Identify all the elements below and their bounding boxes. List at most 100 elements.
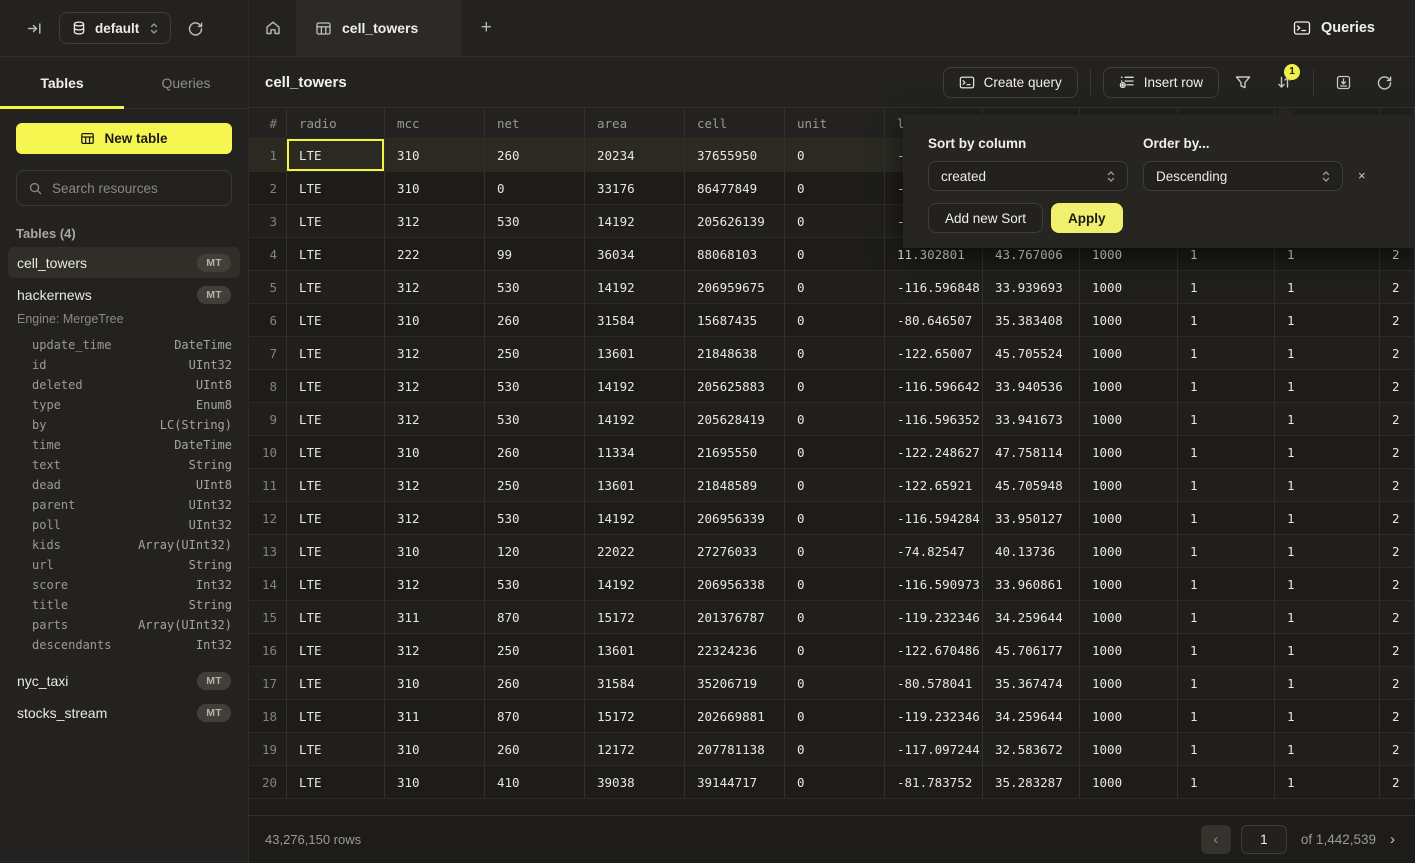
table-cell[interactable]: 47.758114 <box>983 436 1080 468</box>
table-cell[interactable]: -122.65007 <box>885 337 983 369</box>
row-number-cell[interactable]: 4 <box>249 238 287 270</box>
table-cell[interactable]: 1000 <box>1080 535 1178 567</box>
table-cell[interactable]: LTE <box>287 502 385 534</box>
table-cell[interactable]: -116.594284 <box>885 502 983 534</box>
table-cell[interactable]: 0 <box>785 403 885 435</box>
table-cell[interactable]: 530 <box>485 403 585 435</box>
table-cell[interactable]: 21848589 <box>685 469 785 501</box>
table-cell[interactable]: 2 <box>1380 733 1415 765</box>
table-cell[interactable]: 1 <box>1275 601 1380 633</box>
row-number-cell[interactable]: 16 <box>249 634 287 666</box>
table-cell[interactable]: 1000 <box>1080 733 1178 765</box>
table-cell[interactable]: 312 <box>385 634 485 666</box>
table-cell[interactable]: 34.259644 <box>983 700 1080 732</box>
next-page-button[interactable]: › <box>1390 831 1395 848</box>
page-number-input[interactable] <box>1241 825 1287 854</box>
row-number-cell[interactable]: 10 <box>249 436 287 468</box>
table-cell[interactable]: LTE <box>287 469 385 501</box>
table-cell[interactable]: 12172 <box>585 733 685 765</box>
table-cell[interactable]: 206959675 <box>685 271 785 303</box>
row-number-cell[interactable]: 9 <box>249 403 287 435</box>
sort-by-column-select[interactable]: created <box>928 161 1128 191</box>
table-cell[interactable]: 1 <box>1275 766 1380 798</box>
table-cell[interactable]: 0 <box>785 766 885 798</box>
table-cell[interactable]: 1 <box>1178 766 1275 798</box>
table-cell[interactable]: 14192 <box>585 271 685 303</box>
table-cell[interactable]: 312 <box>385 271 485 303</box>
table-cell[interactable]: -119.232346 <box>885 700 983 732</box>
table-cell[interactable]: 2 <box>1380 634 1415 666</box>
row-number-cell[interactable]: 3 <box>249 205 287 237</box>
table-cell[interactable]: -122.248627 <box>885 436 983 468</box>
table-cell[interactable]: 1 <box>1275 271 1380 303</box>
sidebar-item-stocks_stream[interactable]: stocks_streamMT <box>8 697 240 728</box>
table-cell[interactable]: 2 <box>1380 667 1415 699</box>
table-cell[interactable]: 31584 <box>585 667 685 699</box>
table-cell[interactable]: 1000 <box>1080 667 1178 699</box>
table-cell[interactable]: 0 <box>785 172 885 204</box>
table-cell[interactable]: 310 <box>385 733 485 765</box>
table-cell[interactable]: 206956339 <box>685 502 785 534</box>
table-cell[interactable]: 27276033 <box>685 535 785 567</box>
queries-panel-button[interactable]: Queries <box>1283 0 1415 56</box>
table-cell[interactable]: 311 <box>385 601 485 633</box>
table-cell[interactable]: 0 <box>785 469 885 501</box>
table-cell[interactable]: 250 <box>485 469 585 501</box>
table-cell[interactable]: 14192 <box>585 568 685 600</box>
table-cell[interactable]: 250 <box>485 634 585 666</box>
table-cell[interactable]: -116.596848 <box>885 271 983 303</box>
table-cell[interactable]: 2 <box>1380 436 1415 468</box>
table-cell[interactable]: 310 <box>385 766 485 798</box>
table-cell[interactable]: 530 <box>485 502 585 534</box>
row-number-cell[interactable]: 18 <box>249 700 287 732</box>
table-cell[interactable]: 32.583672 <box>983 733 1080 765</box>
table-cell[interactable]: 120 <box>485 535 585 567</box>
table-cell[interactable]: 1 <box>1178 436 1275 468</box>
table-cell[interactable]: 260 <box>485 733 585 765</box>
table-cell[interactable]: 311 <box>385 700 485 732</box>
sidebar-item-cell_towers[interactable]: cell_towersMT <box>8 247 240 278</box>
row-number-cell[interactable]: 19 <box>249 733 287 765</box>
row-number-cell[interactable]: 13 <box>249 535 287 567</box>
table-cell[interactable]: 13601 <box>585 469 685 501</box>
table-cell[interactable]: 1 <box>1275 733 1380 765</box>
prev-page-button[interactable]: ‹ <box>1201 825 1231 854</box>
table-cell[interactable]: 21848638 <box>685 337 785 369</box>
table-cell[interactable]: -119.232346 <box>885 601 983 633</box>
table-cell[interactable]: LTE <box>287 436 385 468</box>
table-cell[interactable]: 0 <box>785 436 885 468</box>
table-cell[interactable]: 1 <box>1178 634 1275 666</box>
table-cell[interactable]: 310 <box>385 436 485 468</box>
table-cell[interactable]: 99 <box>485 238 585 270</box>
table-cell[interactable]: 260 <box>485 304 585 336</box>
row-number-cell[interactable]: 1 <box>249 139 287 171</box>
table-cell[interactable]: 1 <box>1275 337 1380 369</box>
table-cell[interactable]: 1 <box>1178 337 1275 369</box>
search-input[interactable] <box>52 181 220 196</box>
table-cell[interactable]: 39144717 <box>685 766 785 798</box>
table-cell[interactable]: 312 <box>385 568 485 600</box>
table-cell[interactable]: 1 <box>1178 733 1275 765</box>
table-cell[interactable]: 45.705948 <box>983 469 1080 501</box>
table-cell[interactable]: 0 <box>785 667 885 699</box>
table-cell[interactable]: 0 <box>485 172 585 204</box>
apply-sort-button[interactable]: Apply <box>1051 203 1123 233</box>
table-cell-selected[interactable]: LTE <box>287 139 385 171</box>
table-cell[interactable]: 0 <box>785 634 885 666</box>
table-cell[interactable]: LTE <box>287 667 385 699</box>
table-cell[interactable]: 1 <box>1178 700 1275 732</box>
table-cell[interactable]: 15172 <box>585 601 685 633</box>
table-cell[interactable]: 21695550 <box>685 436 785 468</box>
table-cell[interactable]: 870 <box>485 601 585 633</box>
order-by-select[interactable]: Descending <box>1143 161 1343 191</box>
table-cell[interactable]: LTE <box>287 634 385 666</box>
table-cell[interactable]: 1 <box>1275 700 1380 732</box>
table-cell[interactable]: 1000 <box>1080 601 1178 633</box>
table-cell[interactable]: 2 <box>1380 502 1415 534</box>
table-cell[interactable]: 1 <box>1275 436 1380 468</box>
table-cell[interactable]: LTE <box>287 568 385 600</box>
table-cell[interactable]: 34.259644 <box>983 601 1080 633</box>
row-number-cell[interactable]: 14 <box>249 568 287 600</box>
table-cell[interactable]: 0 <box>785 238 885 270</box>
download-button[interactable] <box>1326 67 1360 98</box>
